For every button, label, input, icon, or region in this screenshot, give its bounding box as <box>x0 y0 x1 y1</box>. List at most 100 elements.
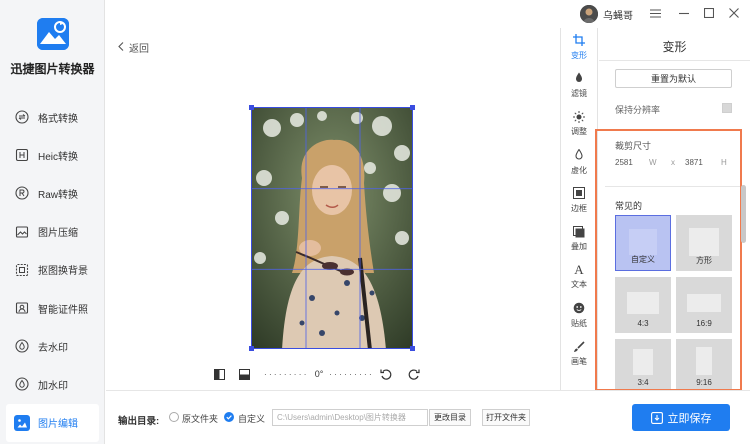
tool-label: 虚化 <box>571 165 587 175</box>
sidebar: 迅捷图片转换器 格式转换 Heic转换 Raw转换 图片压缩 抠图换背景 智能证… <box>0 0 105 444</box>
adjust-icon <box>573 110 586 123</box>
keep-resolution-checkbox[interactable] <box>722 103 732 113</box>
transform-toolbar: ········· 0° ········· <box>214 366 454 382</box>
tool-overlay[interactable]: 叠加 <box>561 219 597 257</box>
format-convert-icon <box>14 109 30 125</box>
overlay-icon <box>573 225 586 238</box>
tool-border[interactable]: 边框 <box>561 181 597 219</box>
reset-default-button[interactable]: 重置为默认 <box>615 69 732 88</box>
tool-label: 贴纸 <box>571 318 587 328</box>
sidebar-item-label: 格式转换 <box>38 113 78 125</box>
sidebar-item-label: 图片压缩 <box>38 228 78 240</box>
open-folder-button[interactable]: 打开文件夹 <box>482 409 530 426</box>
sidebar-item-label: 图片编辑 <box>38 419 78 431</box>
save-label: 立即保存 <box>667 412 712 425</box>
sidebar-item-add-watermark[interactable]: 加水印 <box>0 365 105 403</box>
crop-handle-top-right[interactable] <box>410 105 415 110</box>
tool-blur[interactable]: 虚化 <box>561 143 597 181</box>
flip-horizontal-icon[interactable] <box>214 368 225 380</box>
sidebar-item-label: 加水印 <box>38 380 68 392</box>
border-icon <box>573 187 586 200</box>
canvas-area: 返回 ········· 0° ········· <box>106 28 560 390</box>
blur-icon <box>573 149 586 162</box>
sidebar-item-compress[interactable]: 图片压缩 <box>0 213 105 251</box>
sidebar-item-remove-watermark[interactable]: 去水印 <box>0 327 105 365</box>
sticker-icon <box>573 302 586 315</box>
rotation-value: 0° <box>314 369 324 379</box>
tool-crop[interactable]: 变形 <box>561 28 597 66</box>
tool-label: 边框 <box>571 203 587 213</box>
app-logo-icon <box>37 18 69 50</box>
heic-icon <box>14 147 30 163</box>
filter-icon <box>573 72 586 85</box>
tool-text[interactable]: A 文本 <box>561 258 597 296</box>
custom-folder-label[interactable]: 自定义 <box>238 412 265 425</box>
tool-label: 文本 <box>571 280 587 290</box>
image-edit-icon <box>14 414 30 431</box>
sidebar-item-format-convert[interactable]: 格式转换 <box>0 98 105 136</box>
crop-handle-bottom-left[interactable] <box>249 346 254 351</box>
custom-folder-radio[interactable] <box>224 412 234 422</box>
output-path-text: C:\Users\admin\Desktop\图片转换器 <box>277 413 406 422</box>
sidebar-item-label: 去水印 <box>38 342 68 354</box>
tool-label: 变形 <box>571 50 587 60</box>
sidebar-nav: 格式转换 Heic转换 Raw转换 图片压缩 抠图换背景 智能证件照 去水印 加… <box>0 98 105 442</box>
close-icon[interactable] <box>727 6 741 20</box>
raw-icon <box>14 185 30 201</box>
crop-handle-top-left[interactable] <box>249 105 254 110</box>
edited-photo[interactable] <box>251 107 413 349</box>
chevron-left-icon <box>118 41 124 54</box>
sidebar-item-heic[interactable]: Heic转换 <box>0 136 105 174</box>
source-folder-label[interactable]: 原文件夹 <box>182 412 218 425</box>
sidebar-item-raw[interactable]: Raw转换 <box>0 174 105 212</box>
tool-label: 画笔 <box>571 357 587 367</box>
username[interactable]: 乌蝇哥 <box>603 7 633 22</box>
rotation-slider-right[interactable]: ········· <box>329 370 374 379</box>
cutout-icon <box>14 262 30 278</box>
sidebar-item-id-photo[interactable]: 智能证件照 <box>0 289 105 327</box>
panel-divider <box>599 60 750 61</box>
save-icon <box>650 411 663 424</box>
rotate-left-icon[interactable] <box>380 368 392 380</box>
id-photo-icon <box>14 300 30 316</box>
tool-brush[interactable]: 画笔 <box>561 334 597 372</box>
rotation-slider-left[interactable]: ········· <box>264 370 309 379</box>
sidebar-item-label: Raw转换 <box>38 189 79 201</box>
output-bar: 输出目录: 原文件夹 自定义 C:\Users\admin\Desktop\图片… <box>106 390 750 444</box>
panel-title: 变形 <box>662 40 687 54</box>
crop-icon <box>573 34 586 47</box>
text-icon: A <box>574 261 584 277</box>
keep-resolution-label: 保持分辨率 <box>615 105 661 115</box>
edit-tool-strip: 变形 滤镜 调整 虚化 边框 叠加 A 文本 贴纸 画笔 <box>560 28 598 390</box>
save-now-button[interactable]: 立即保存 <box>632 404 730 431</box>
tool-label: 叠加 <box>571 242 587 252</box>
panel-scrollbar[interactable] <box>741 185 746 243</box>
output-dir-label: 输出目录: <box>118 416 160 427</box>
sidebar-item-image-edit[interactable]: 图片编辑 <box>6 403 99 442</box>
tool-sticker[interactable]: 贴纸 <box>561 296 597 334</box>
tool-filter[interactable]: 滤镜 <box>561 66 597 104</box>
compress-icon <box>14 224 30 240</box>
minimize-icon[interactable] <box>677 6 691 20</box>
maximize-icon[interactable] <box>702 6 716 20</box>
flip-vertical-icon[interactable] <box>239 368 250 380</box>
sidebar-item-label: 智能证件照 <box>38 304 88 316</box>
output-path-input[interactable]: C:\Users\admin\Desktop\图片转换器 <box>272 409 428 426</box>
avatar[interactable] <box>580 5 598 23</box>
tool-label: 调整 <box>571 127 587 137</box>
change-dir-button[interactable]: 更改目录 <box>429 409 471 426</box>
crop-settings-highlight <box>595 129 742 391</box>
menu-icon[interactable] <box>648 6 662 20</box>
sidebar-item-label: Heic转换 <box>38 151 79 163</box>
back-label: 返回 <box>129 44 149 55</box>
source-folder-radio[interactable] <box>169 412 179 422</box>
crop-handle-bottom-right[interactable] <box>410 346 415 351</box>
tool-adjust[interactable]: 调整 <box>561 105 597 143</box>
back-button[interactable]: 返回 <box>118 40 149 55</box>
remove-watermark-icon <box>14 338 30 354</box>
sidebar-item-cutout[interactable]: 抠图换背景 <box>0 251 105 289</box>
tool-label: 滤镜 <box>571 88 587 98</box>
add-watermark-icon <box>14 376 30 392</box>
rotate-right-icon[interactable] <box>408 368 420 380</box>
app-title: 迅捷图片转换器 <box>10 62 95 76</box>
